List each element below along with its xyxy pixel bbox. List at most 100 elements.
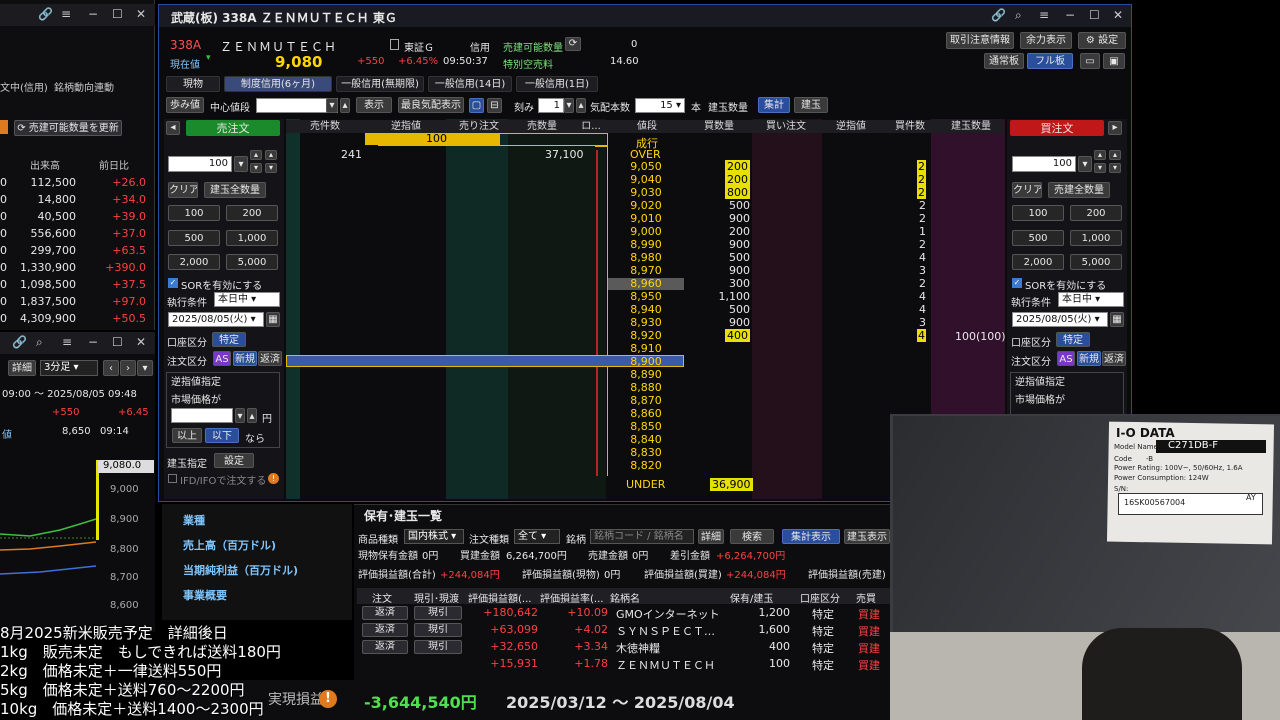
sell-q200[interactable]: 200 [226,205,278,221]
sell-stop-price-input[interactable] [171,408,233,423]
sell-qty-up2[interactable]: ▴ [265,150,277,160]
board-price[interactable]: 8,820 [608,459,684,472]
buy-q5000[interactable]: 5,000 [1070,254,1122,270]
board-buy-qty[interactable]: 1,100 [690,290,751,303]
sell-stop-dropdown[interactable]: ▾ [235,408,245,423]
board-buy-qty[interactable]: 500 [690,251,750,264]
repay-button[interactable]: 返済 [362,640,408,654]
chart-dropdown-button[interactable]: ▾ [137,360,153,376]
board-price[interactable]: 8,990 [608,238,684,251]
buy-sor-checkbox[interactable]: ✓ [1012,278,1022,288]
sell-exec-select[interactable]: 本日中 ▾ [214,292,280,307]
buy-qty-up2[interactable]: ▴ [1109,150,1121,160]
chart-detail-button[interactable]: 詳細 [8,360,36,376]
buy-qty-dropdown[interactable]: ▾ [1078,156,1092,172]
link-icon[interactable]: 🔗 [12,335,27,349]
pull-button[interactable]: 現引 [414,640,462,654]
sell-below-button[interactable]: 以下 [205,428,239,443]
qty-input[interactable]: 15 ▾ [635,98,685,113]
buy-order-header[interactable]: 買注文 [1010,120,1104,136]
board-price[interactable]: 9,020 [608,199,684,212]
board-price[interactable]: 8,830 [608,446,684,459]
sell-clear-button[interactable]: クリア [168,182,198,198]
sell-q500[interactable]: 500 [168,230,220,246]
board-price[interactable]: 9,010 [608,212,684,225]
buy-as-button[interactable]: AS [1057,351,1075,366]
minimize-icon[interactable]: − [1065,8,1075,22]
tab-2[interactable]: 一般信用(無期限) [336,76,424,92]
board-buy-qty[interactable]: 900 [690,264,750,277]
board-buy-qty[interactable]: 400 [690,329,750,342]
pull-button[interactable]: 現引 [414,606,462,620]
sell-order-header[interactable]: 売注文 [186,120,280,136]
sell-qty-dropdown[interactable]: ▾ [234,156,248,172]
board-price[interactable]: 8,890 [608,368,684,381]
sell-sor-checkbox[interactable]: ✓ [168,278,178,288]
holdings-position-button[interactable]: 建玉表示 [844,529,890,544]
minimize-icon[interactable]: − [88,335,98,349]
layout1-icon[interactable]: ▭ [1080,53,1100,69]
aggregate-button[interactable]: 集計 [758,97,790,113]
filter-stock-input[interactable]: 銘柄コード / 銘柄名 [590,529,694,544]
close-icon[interactable]: ✕ [1113,8,1123,22]
tab-3[interactable]: 一般信用(14日) [428,76,512,92]
search-icon[interactable]: ⌕ [36,335,43,350]
refresh-avail-button[interactable]: ⟳ [565,37,581,51]
buy-q500[interactable]: 500 [1012,230,1064,246]
buy-repay-button[interactable]: 返済 [1102,351,1126,366]
holding-name[interactable]: 木徳神糧 [616,640,660,656]
board-price[interactable]: 8,880 [608,381,684,394]
buy-all-qty-button[interactable]: 売建全数量 [1048,182,1110,198]
maximize-icon[interactable]: ☐ [112,7,123,21]
center-dropdown-button[interactable]: ▾ [326,98,338,113]
chart-interval-select[interactable]: 3分足 ▾ [40,360,98,376]
sell-qty-down[interactable]: ▾ [250,163,262,173]
display-button[interactable]: 表示 [356,97,392,113]
sell-repay-button[interactable]: 返済 [258,351,282,366]
chart-next-button[interactable]: › [120,360,136,376]
filter-product-select[interactable]: 国内株式 ▾ [404,529,464,544]
board-price[interactable]: 8,910 [608,342,684,355]
buy-date-input[interactable]: 2025/08/05(火) ▾ [1012,312,1108,327]
board-buy-qty[interactable]: 300 [690,277,750,290]
menu-icon[interactable]: ≡ [61,7,71,21]
pull-button[interactable]: 現引 [414,623,462,637]
ifd-checkbox[interactable] [168,474,177,483]
info-item-3[interactable]: 事業概要 [183,587,227,603]
sell-qty-up[interactable]: ▴ [250,150,262,160]
sell-q5000[interactable]: 5,000 [226,254,278,270]
sell-calendar-icon[interactable]: ▦ [266,312,280,327]
board-price[interactable]: 8,960 [608,277,684,290]
view-single-button[interactable]: ▢ [469,98,484,113]
sell-collapse-button[interactable]: ◂ [166,121,180,135]
chart-prev-button[interactable]: ‹ [103,360,119,376]
holding-name[interactable]: GMOインターネット [616,606,720,622]
layout2-icon[interactable]: ▣ [1103,53,1125,69]
holdings-detail-button[interactable]: 詳細 [698,529,724,544]
sell-as-button[interactable]: AS [213,351,231,366]
holdings-search-button[interactable]: 検索 [730,529,774,544]
tick-input[interactable]: 1 [538,98,564,113]
remain-button[interactable]: 余力表示 [1020,32,1072,49]
buy-calendar-icon[interactable]: ▦ [1110,312,1124,327]
buy-qty-down2[interactable]: ▾ [1109,163,1121,173]
maximize-icon[interactable]: ☐ [1089,8,1100,22]
sell-all-position-button[interactable]: 建玉全数量 [204,182,266,198]
buy-qty-input[interactable]: 100 [1012,156,1076,172]
board-buy-qty[interactable]: 900 [690,212,750,225]
sell-position-setting-button[interactable]: 設定 [214,453,254,468]
sell-new-button[interactable]: 新規 [233,351,257,366]
sell-stop-stepper[interactable]: ▴ [247,408,257,423]
board-price[interactable]: 9,040 [608,173,684,186]
menu-icon[interactable]: ≡ [1039,8,1049,22]
update-sell-qty-button[interactable]: ⟳ 売建可能数量を更新 [14,120,122,136]
board-price[interactable]: 8,840 [608,433,684,446]
board-price[interactable]: 9,030 [608,186,684,199]
board-price[interactable]: 8,950 [608,290,684,303]
board-price[interactable]: 9,000 [608,225,684,238]
view-split-button[interactable]: ⊟ [487,98,502,113]
board-buy-qty[interactable]: 800 [690,186,750,199]
info-item-2[interactable]: 当期純利益（百万ドル) [183,562,298,578]
info-item-0[interactable]: 業種 [183,512,205,528]
board-price[interactable]: 8,850 [608,420,684,433]
